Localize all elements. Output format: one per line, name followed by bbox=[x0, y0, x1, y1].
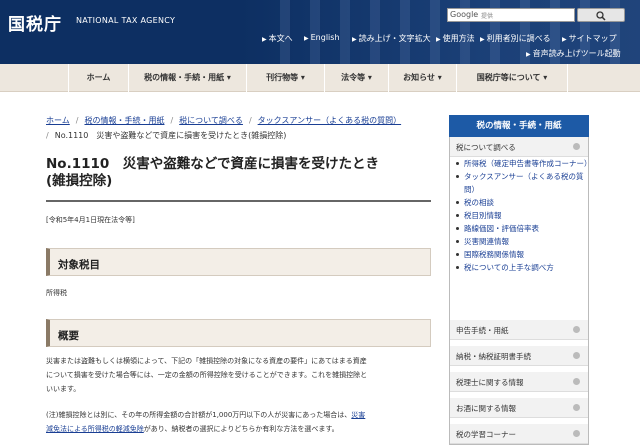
expand-icon bbox=[573, 326, 580, 333]
breadcrumb-taxanswer[interactable]: タックスアンサー（よくある税の質問） bbox=[258, 116, 401, 125]
util-link-voice[interactable]: ▶ 音声読み上げツール起動 bbox=[526, 48, 621, 59]
global-nav: ホーム 税の情報・手続・用紙 ▾ 刊行物等 ▾ 法令等 ▾ お知らせ ▾ 国税庁… bbox=[0, 64, 640, 92]
side-section-liquor[interactable]: お酒に関する情報 bbox=[450, 398, 588, 418]
site-header: 国税庁 NATIONAL TAX AGENCY Google 提供 ▶ 本文へ ▶… bbox=[0, 0, 640, 64]
breadcrumb-home[interactable]: ホーム bbox=[46, 116, 70, 125]
title-divider bbox=[46, 200, 431, 202]
side-section-tax-accountant[interactable]: 税理士に関する情報 bbox=[450, 372, 588, 392]
side-sublist: 所得税（確定申告書等作成コーナー） タックスアンサー（よくある税の質問） 税の相… bbox=[450, 157, 592, 274]
disaster-relief-link-cont[interactable]: 減免法による所得税の軽減免除 bbox=[46, 425, 144, 433]
disaster-relief-link[interactable]: 災害 bbox=[351, 411, 365, 419]
gnav-news[interactable]: お知らせ ▾ bbox=[388, 64, 456, 92]
search-input[interactable]: Google 提供 bbox=[447, 8, 575, 22]
gnav-tax-info[interactable]: 税の情報・手続・用紙 ▾ bbox=[128, 64, 246, 92]
side-nav: 税について調べる 所得税（確定申告書等作成コーナー） タックスアンサー（よくある… bbox=[449, 115, 592, 445]
side-item-howto-search[interactable]: 税についての上手な調べ方 bbox=[450, 261, 588, 274]
side-item-consult[interactable]: 税の相談 bbox=[450, 196, 588, 209]
side-section-payment[interactable]: 納税・納税証明書手続 bbox=[450, 346, 588, 366]
overview-note: (注)雑損控除とは別に、その年の所得金額の合計額が1,000万円以下の人が災害に… bbox=[46, 411, 366, 433]
util-link-howto[interactable]: ▶ 使用方法 bbox=[436, 33, 475, 45]
search-icon bbox=[596, 11, 606, 21]
as-of-date: [令和5年4月1日現在法令等] bbox=[46, 216, 135, 224]
side-item-taxanswer[interactable]: タックスアンサー（よくある税の質問） bbox=[450, 170, 588, 196]
breadcrumb-tax-info[interactable]: 税の情報・手続・用紙 bbox=[84, 116, 164, 125]
expand-icon bbox=[573, 352, 580, 359]
util-link-english[interactable]: ▶ English bbox=[304, 33, 340, 45]
expand-icon bbox=[573, 430, 580, 437]
util-link-byuser[interactable]: ▶ 利用者別に調べる bbox=[480, 33, 551, 45]
breadcrumb-lookup[interactable]: 税について調べる bbox=[179, 116, 243, 125]
side-item-disaster[interactable]: 災害関連情報 bbox=[450, 235, 588, 248]
side-nav-header[interactable]: 税の情報・手続・用紙 bbox=[449, 115, 589, 137]
expand-icon bbox=[573, 404, 580, 411]
collapse-icon bbox=[573, 143, 580, 150]
util-link-sitemap[interactable]: ▶ サイトマップ bbox=[562, 33, 617, 45]
section-body-target-tax: 所得税 bbox=[46, 289, 67, 297]
site-logo[interactable]: 国税庁 bbox=[8, 10, 62, 35]
google-label: Google bbox=[450, 10, 479, 19]
section-heading-target-tax: 対象税目 bbox=[46, 248, 431, 276]
side-section-learning[interactable]: 税の学習コーナー bbox=[450, 424, 588, 444]
gnav-home[interactable]: ホーム bbox=[68, 64, 128, 92]
overview-paragraph: 災害または盗難もしくは横領によって、下記の「雑損控除の対象になる資産の要件」にあ… bbox=[46, 357, 368, 393]
side-item-by-tax[interactable]: 税目別情報 bbox=[450, 209, 588, 222]
breadcrumb: ホーム / 税の情報・手続・用紙 / 税について調べる / タックスアンサー（よくある税の質… bbox=[46, 116, 402, 125]
gnav-publications[interactable]: 刊行物等 ▾ bbox=[246, 64, 324, 92]
side-item-income-tax[interactable]: 所得税（確定申告書等作成コーナー） bbox=[450, 157, 592, 170]
expand-icon bbox=[573, 378, 580, 385]
gnav-laws[interactable]: 法令等 ▾ bbox=[324, 64, 388, 92]
search-placeholder: 提供 bbox=[481, 13, 494, 20]
side-section-filing[interactable]: 申告手続・用紙 bbox=[450, 320, 588, 340]
gnav-about[interactable]: 国税庁等について ▾ bbox=[456, 64, 568, 92]
util-link-readaloud[interactable]: ▶ 読み上げ・文字拡大 bbox=[352, 33, 431, 45]
breadcrumb-current-row: / No.1110 災害や盗難などで資産に損害を受けたとき(雑損控除) bbox=[46, 131, 287, 140]
breadcrumb-current: No.1110 災害や盗難などで資産に損害を受けたとき(雑損控除) bbox=[54, 131, 287, 140]
side-item-route-price[interactable]: 路線価図・評価倍率表 bbox=[450, 222, 588, 235]
section-heading-overview: 概要 bbox=[46, 319, 431, 347]
site-logo-en: NATIONAL TAX AGENCY bbox=[76, 16, 176, 25]
side-item-international[interactable]: 国際税務関係情報 bbox=[450, 248, 588, 261]
util-link-main[interactable]: ▶ 本文へ bbox=[262, 33, 293, 45]
side-section-lookup[interactable]: 税について調べる bbox=[450, 137, 588, 157]
page-title: No.1110 災害や盗難などで資産に損害を受けたとき (雑損控除) bbox=[46, 156, 380, 189]
search-button[interactable] bbox=[577, 8, 625, 22]
